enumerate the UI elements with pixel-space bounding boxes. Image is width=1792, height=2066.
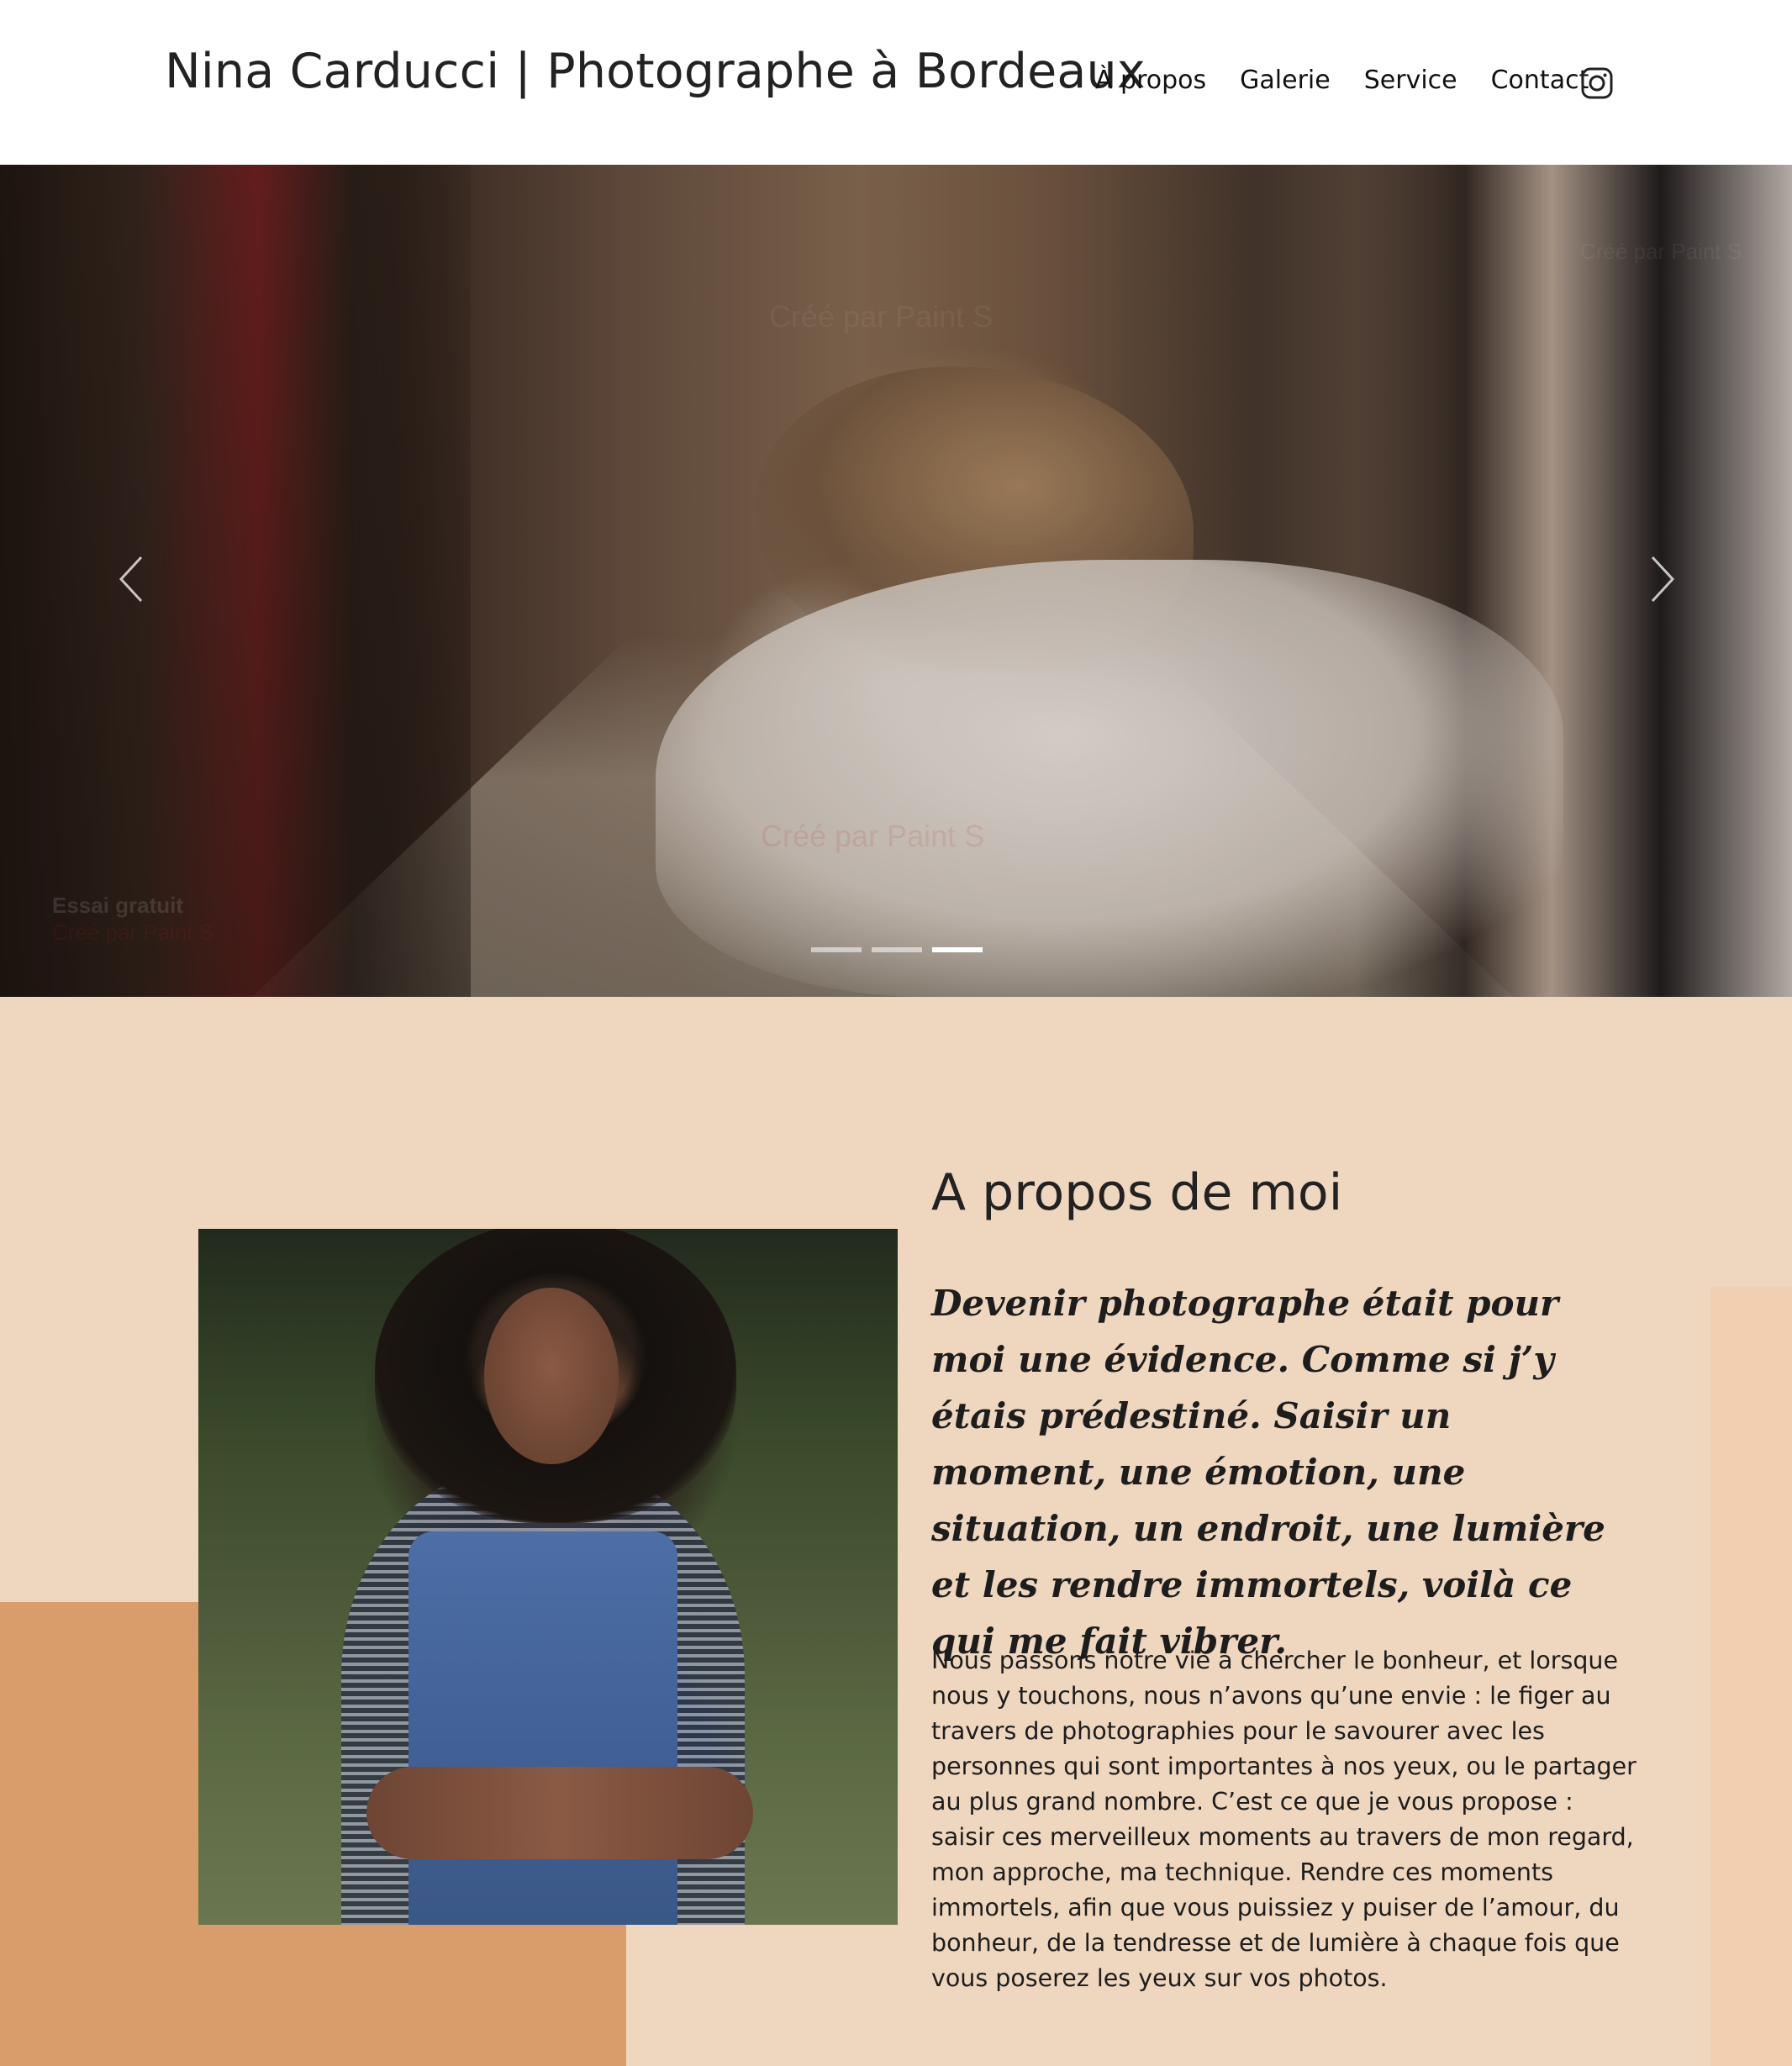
chevron-right-icon <box>1651 556 1675 603</box>
hero-watermark: Créé par Paint S <box>1580 239 1742 264</box>
hero-watermark: Créé par Paint S <box>761 819 985 853</box>
chevron-left-icon <box>119 556 143 603</box>
instagram-icon[interactable] <box>1580 66 1614 100</box>
nav-link-galerie[interactable]: Galerie <box>1240 66 1331 95</box>
site-header: Nina Carducci | Photographe à Bordeaux À… <box>0 0 1792 165</box>
nav-link-service[interactable]: Service <box>1364 66 1457 95</box>
nav-link-a-propos[interactable]: À propos <box>1095 66 1206 95</box>
main-nav: À propos Galerie Service Contact <box>1095 66 1622 95</box>
hero-carousel: Créé par Paint S Créé par Paint S Créé p… <box>0 165 1792 997</box>
about-accent-block-peach <box>1710 1287 1792 2066</box>
about-quote: Devenir photographe était pour moi une é… <box>931 1283 1605 1662</box>
about-title: A propos de moi <box>931 1163 1343 1222</box>
carousel-indicators <box>811 947 993 952</box>
carousel-indicator-3[interactable] <box>932 947 983 952</box>
hero-watermark: Créé par Paint S <box>769 299 994 334</box>
carousel-indicator-1[interactable] <box>811 947 862 952</box>
carousel-prev-button[interactable] <box>116 554 146 604</box>
site-title[interactable]: Nina Carducci | Photographe à Bordeaux <box>165 44 1146 99</box>
about-text: Nous passons notre vie à chercher le bon… <box>931 1647 1637 1992</box>
about-portrait-photo <box>198 1229 898 1925</box>
carousel-next-button[interactable] <box>1647 554 1678 604</box>
hero-trial-sub: Créé par Paint S <box>52 920 214 945</box>
carousel-indicator-2[interactable] <box>872 947 922 952</box>
hero-trial-text: Essai gratuit <box>52 893 184 918</box>
nav-link-contact[interactable]: Contact <box>1491 66 1589 95</box>
hero-photo-overlay <box>0 165 1792 997</box>
